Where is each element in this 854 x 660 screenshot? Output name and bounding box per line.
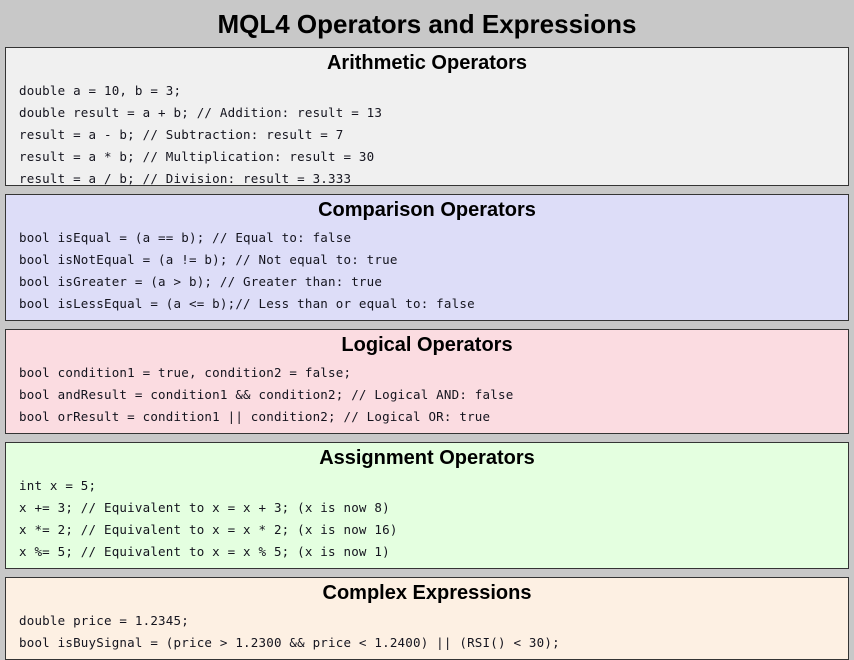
section-title-logical: Logical Operators <box>341 334 513 356</box>
section-title-arithmetic: Arithmetic Operators <box>326 52 528 74</box>
code-line: bool isLessEqual = (a <= b);// Less than… <box>19 296 475 311</box>
code-block-comparison: bool isEqual = (a == b); // Equal to: fa… <box>6 227 848 315</box>
code-line: result = a * b; // Multiplication: resul… <box>19 149 375 164</box>
code-line: double a = 10, b = 3; <box>19 83 182 98</box>
section-title-comparison: Comparison Operators <box>318 199 536 221</box>
code-line: x += 3; // Equivalent to x = x + 3; (x i… <box>19 500 390 515</box>
code-block-complex-expressions: double price = 1.2345; bool isBuySignal … <box>6 610 848 654</box>
section-arithmetic: Arithmetic Operators double a = 10, b = … <box>5 47 849 186</box>
code-line: bool andResult = condition1 && condition… <box>19 387 514 402</box>
code-line: result = a / b; // Division: result = 3.… <box>19 171 352 186</box>
code-line: double result = a + b; // Addition: resu… <box>19 105 383 120</box>
code-line: int x = 5; <box>19 478 97 493</box>
code-line: bool isNotEqual = (a != b); // Not equal… <box>19 252 398 267</box>
page-root: MQL4 Operators and Expressions Arithmeti… <box>0 0 854 660</box>
code-line: bool orResult = condition1 || condition2… <box>19 409 491 424</box>
code-line: x %= 5; // Equivalent to x = x % 5; (x i… <box>19 544 390 559</box>
section-logical: Logical Operators bool condition1 = true… <box>5 329 849 434</box>
code-line: result = a - b; // Subtraction: result =… <box>19 127 344 142</box>
code-line: bool isGreater = (a > b); // Greater tha… <box>19 274 383 289</box>
code-line: x *= 2; // Equivalent to x = x * 2; (x i… <box>19 522 398 537</box>
code-line: bool isBuySignal = (price > 1.2300 && pr… <box>19 635 560 650</box>
sections-container: Arithmetic Operators double a = 10, b = … <box>0 47 854 660</box>
section-complex-expressions: Complex Expressions double price = 1.234… <box>5 577 849 660</box>
section-assignment: Assignment Operators int x = 5; x += 3; … <box>5 442 849 569</box>
code-line: double price = 1.2345; <box>19 613 189 628</box>
section-title-assignment: Assignment Operators <box>319 447 535 469</box>
section-comparison: Comparison Operators bool isEqual = (a =… <box>5 194 849 321</box>
code-block-arithmetic: double a = 10, b = 3; double result = a … <box>6 80 848 186</box>
code-line: bool isEqual = (a == b); // Equal to: fa… <box>19 230 352 245</box>
page-title: MQL4 Operators and Expressions <box>217 9 637 39</box>
code-block-logical: bool condition1 = true, condition2 = fal… <box>6 362 848 428</box>
code-line: bool condition1 = true, condition2 = fal… <box>19 365 352 380</box>
section-title-complex-expressions: Complex Expressions <box>322 582 532 604</box>
code-block-assignment: int x = 5; x += 3; // Equivalent to x = … <box>6 475 848 563</box>
